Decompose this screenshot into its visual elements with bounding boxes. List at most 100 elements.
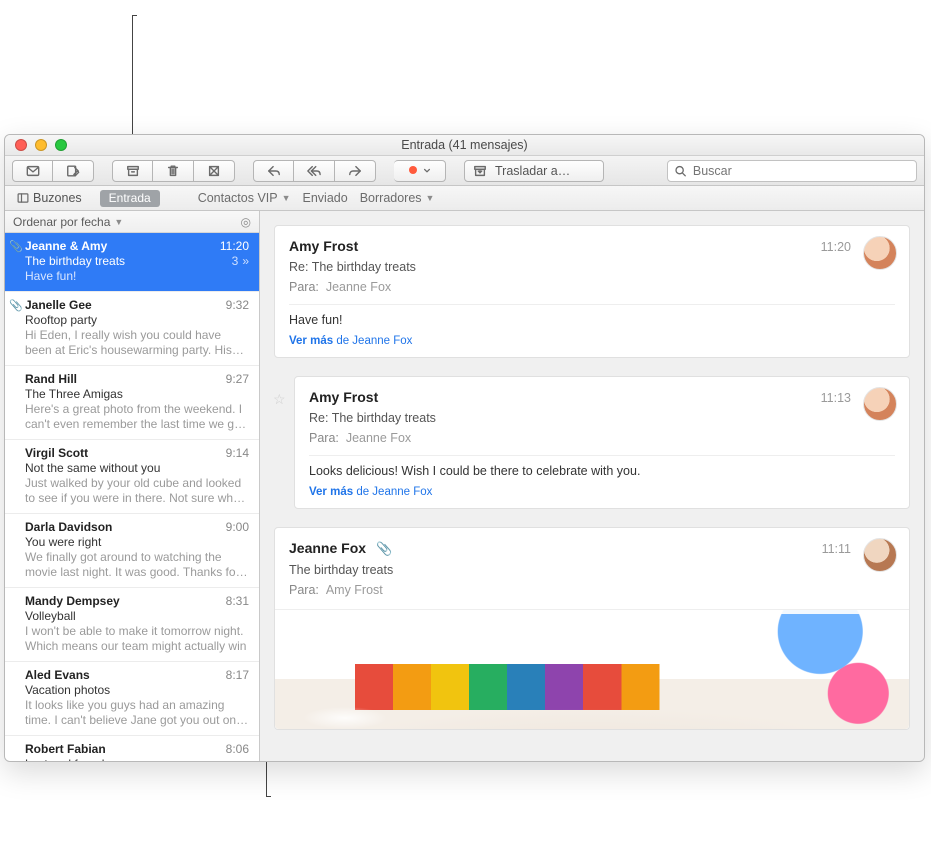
thread-from: Amy Frost — [309, 389, 895, 405]
thread-subject: Re: The birthday treats — [289, 260, 895, 274]
fav-vip-label: Contactos VIP — [198, 191, 278, 205]
message-preview: Here's a great photo from the weekend. I… — [25, 402, 249, 432]
message-preview: Just walked by your old cube and looked … — [25, 476, 249, 506]
fav-sent-label: Enviado — [303, 191, 348, 205]
thread-message[interactable]: Amy Frost 11:20 Re: The birthday treats … — [274, 225, 910, 358]
message-preview: Have fun! — [25, 269, 249, 284]
message-sender: Jeanne & Amy — [25, 239, 107, 253]
message-list-item[interactable]: 📎 Janelle Gee 9:32 Rooftop party Hi Eden… — [5, 292, 259, 366]
archive-button[interactable] — [112, 160, 153, 182]
thread-message[interactable]: Jeanne Fox📎 11:11 The birthday treats Pa… — [274, 527, 910, 730]
thread-subject: Re: The birthday treats — [309, 411, 895, 425]
forward-button[interactable] — [335, 160, 376, 182]
thread-image-attachment — [275, 609, 909, 729]
message-time: 9:00 — [226, 520, 249, 534]
message-preview: I won't be able to make it tomorrow nigh… — [25, 624, 249, 654]
message-subject: The birthday treats — [25, 254, 125, 268]
fav-vip[interactable]: Contactos VIP ▼ — [198, 191, 291, 205]
thread-body: Looks delicious! Wish I could be there t… — [309, 464, 895, 478]
avatar — [863, 387, 897, 421]
junk-button[interactable] — [194, 160, 235, 182]
message-subject: Vacation photos — [25, 683, 110, 697]
delete-button[interactable] — [153, 160, 194, 182]
thread-time: 11:11 — [822, 542, 851, 556]
message-list-item[interactable]: Aled Evans 8:17 Vacation photos It looks… — [5, 662, 259, 736]
thread-body: Have fun! — [289, 313, 895, 327]
reply-all-button[interactable] — [294, 160, 335, 182]
reply-icon — [267, 164, 281, 178]
fav-inbox[interactable]: Entrada — [100, 190, 160, 207]
search-field[interactable] — [667, 160, 917, 182]
message-list-item[interactable]: 📎 Jeanne & Amy 11:20 The birthday treats… — [5, 233, 259, 292]
message-list-item[interactable]: Robert Fabian 8:06 Lost and found Hi eve… — [5, 736, 259, 761]
window-close-button[interactable] — [15, 139, 27, 151]
mailboxes-toggle[interactable]: Buzones — [11, 189, 88, 207]
message-subject: Volleyball — [25, 609, 76, 623]
filter-unread-button[interactable]: ◎ — [241, 215, 251, 229]
message-list-item[interactable]: Mandy Dempsey 8:31 Volleyball I won't be… — [5, 588, 259, 662]
move-to-popup[interactable]: Trasladar a… — [464, 160, 604, 182]
thread-message[interactable]: ☆ Amy Frost 11:13 Re: The birthday treat… — [294, 376, 910, 509]
fav-sent[interactable]: Enviado — [303, 191, 348, 205]
attachment-icon: 📎 — [9, 299, 23, 312]
message-time: 8:31 — [226, 594, 249, 608]
sort-label: Ordenar por fecha — [13, 215, 110, 229]
message-list-item[interactable]: Rand Hill 9:27 The Three Amigas Here's a… — [5, 366, 259, 440]
message-time: 8:17 — [226, 668, 249, 682]
message-preview: We finally got around to watching the mo… — [25, 550, 249, 580]
message-list-item[interactable]: Virgil Scott 9:14 Not the same without y… — [5, 440, 259, 514]
avatar — [863, 236, 897, 270]
message-time: 8:06 — [226, 742, 249, 756]
message-sender: Aled Evans — [25, 668, 90, 682]
compose-icon — [66, 164, 80, 178]
compose-button[interactable] — [53, 160, 94, 182]
message-time: 9:14 — [226, 446, 249, 460]
fav-drafts[interactable]: Borradores ▼ — [360, 191, 435, 205]
sidebar-icon — [17, 192, 29, 204]
message-list-item[interactable]: Darla Davidson 9:00 You were right We fi… — [5, 514, 259, 588]
search-input[interactable] — [693, 164, 910, 178]
thread-subject: The birthday treats — [289, 563, 895, 577]
flag-button[interactable] — [394, 160, 446, 182]
message-sender: Janelle Gee — [25, 298, 92, 312]
message-sender: Robert Fabian — [25, 742, 106, 756]
message-subject: The Three Amigas — [25, 387, 123, 401]
move-to-label: Trasladar a… — [495, 164, 570, 178]
window-zoom-button[interactable] — [55, 139, 67, 151]
preview-pane: Amy Frost 11:20 Re: The birthday treats … — [260, 211, 924, 761]
thread-time: 11:20 — [821, 240, 851, 254]
trash-icon — [166, 164, 180, 178]
window-minimize-button[interactable] — [35, 139, 47, 151]
avatar — [863, 538, 897, 572]
message-subject: You were right — [25, 535, 101, 549]
window-title: Entrada (41 mensajes) — [5, 138, 924, 152]
thread-to: Para: Jeanne Fox — [289, 280, 895, 294]
mailboxes-label: Buzones — [33, 191, 82, 205]
search-icon — [674, 164, 687, 178]
fav-drafts-label: Borradores — [360, 191, 422, 205]
reply-button[interactable] — [253, 160, 294, 182]
chevron-down-icon: ▼ — [426, 193, 435, 203]
message-sender: Rand Hill — [25, 372, 77, 386]
get-mail-button[interactable] — [12, 160, 53, 182]
message-time: 11:20 — [220, 239, 249, 253]
thread-to: Para: Jeanne Fox — [309, 431, 895, 445]
message-sender: Virgil Scott — [25, 446, 88, 460]
chevron-down-icon: ▼ — [282, 193, 291, 203]
sort-bar[interactable]: Ordenar por fecha ▼ ◎ — [5, 211, 259, 233]
message-sender: Mandy Dempsey — [25, 594, 120, 608]
mail-window: Entrada (41 mensajes) — [4, 134, 925, 762]
thread-from: Amy Frost — [289, 238, 895, 254]
titlebar: Entrada (41 mensajes) — [5, 135, 924, 156]
see-more-link[interactable]: Ver más de Jeanne Fox — [289, 335, 895, 347]
message-list: Ordenar por fecha ▼ ◎ 📎 Jeanne & Amy 11:… — [5, 211, 260, 761]
thread-count: 3» — [232, 253, 249, 268]
message-sender: Darla Davidson — [25, 520, 112, 534]
see-more-link[interactable]: Ver más de Jeanne Fox — [309, 486, 895, 498]
attachment-icon: 📎 — [376, 541, 392, 556]
message-time: 9:32 — [226, 298, 249, 312]
message-subject: Rooftop party — [25, 313, 97, 327]
flag-icon — [409, 167, 431, 175]
star-icon[interactable]: ☆ — [273, 391, 286, 408]
message-preview: Hi Eden, I really wish you could have be… — [25, 328, 249, 358]
